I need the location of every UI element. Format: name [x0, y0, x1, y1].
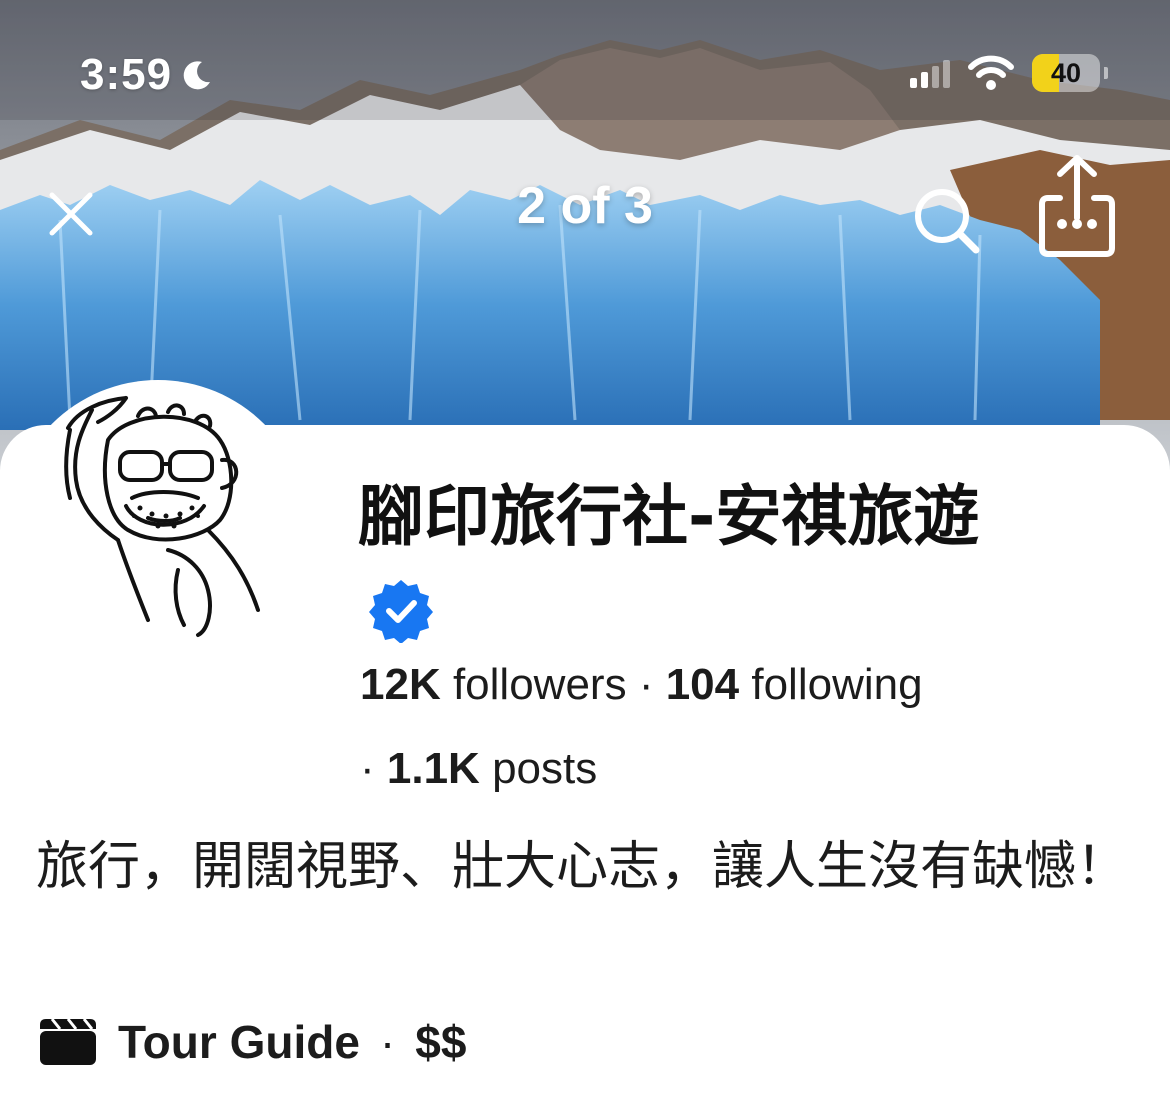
clapperboard-icon: [40, 1018, 96, 1065]
battery-level: 40: [1050, 57, 1082, 88]
profile-screen: 3:59 40 2 of 3 腳印旅行社-安祺旅遊 12K followers …: [0, 0, 1170, 1097]
status-bar-indicators: 40: [910, 54, 1108, 92]
avatar-illustration: [64, 396, 260, 637]
stats-separator: ·: [638, 660, 654, 709]
profile-name-text: 腳印旅行社-安祺旅遊: [358, 478, 980, 555]
category-label: Tour Guide: [118, 1016, 360, 1068]
profile-stats-line-2: · 1.1K posts: [360, 744, 597, 794]
time-label: 3:59: [80, 50, 173, 99]
search-icon: [915, 189, 980, 254]
share-button[interactable]: [1038, 152, 1116, 258]
signal-icon: [910, 58, 950, 88]
following-count[interactable]: 104: [666, 660, 739, 709]
share-icon: [1039, 155, 1115, 257]
posts-label: posts: [492, 744, 598, 793]
profile-stats-line-1: 12K followers · 104 following: [360, 660, 923, 710]
followers-label[interactable]: followers: [453, 660, 627, 709]
profile-name: 腳印旅行社-安祺旅遊: [358, 470, 1018, 658]
wifi-icon: [968, 55, 1014, 90]
followers-count[interactable]: 12K: [360, 660, 441, 709]
profile-category: Tour Guide · $$: [38, 1015, 466, 1069]
profile-avatar[interactable]: [8, 380, 308, 680]
page-counter: 2 of 3: [517, 177, 653, 235]
battery-tip: [1104, 67, 1108, 79]
category-separator: ·: [379, 1016, 396, 1068]
search-button[interactable]: [912, 186, 982, 256]
profile-bio: 旅行，開闊視野、壯大心志，讓人生沒有缺憾！: [36, 837, 1129, 897]
price-range: $$: [415, 1016, 467, 1068]
moon-icon: [183, 61, 211, 90]
stats-separator: ·: [360, 744, 375, 793]
following-label[interactable]: following: [751, 660, 922, 709]
status-bar-time: 3:59: [80, 50, 214, 100]
verified-badge-icon: [369, 580, 433, 643]
battery-icon: 40: [1032, 54, 1100, 92]
posts-count: 1.1K: [386, 744, 480, 793]
